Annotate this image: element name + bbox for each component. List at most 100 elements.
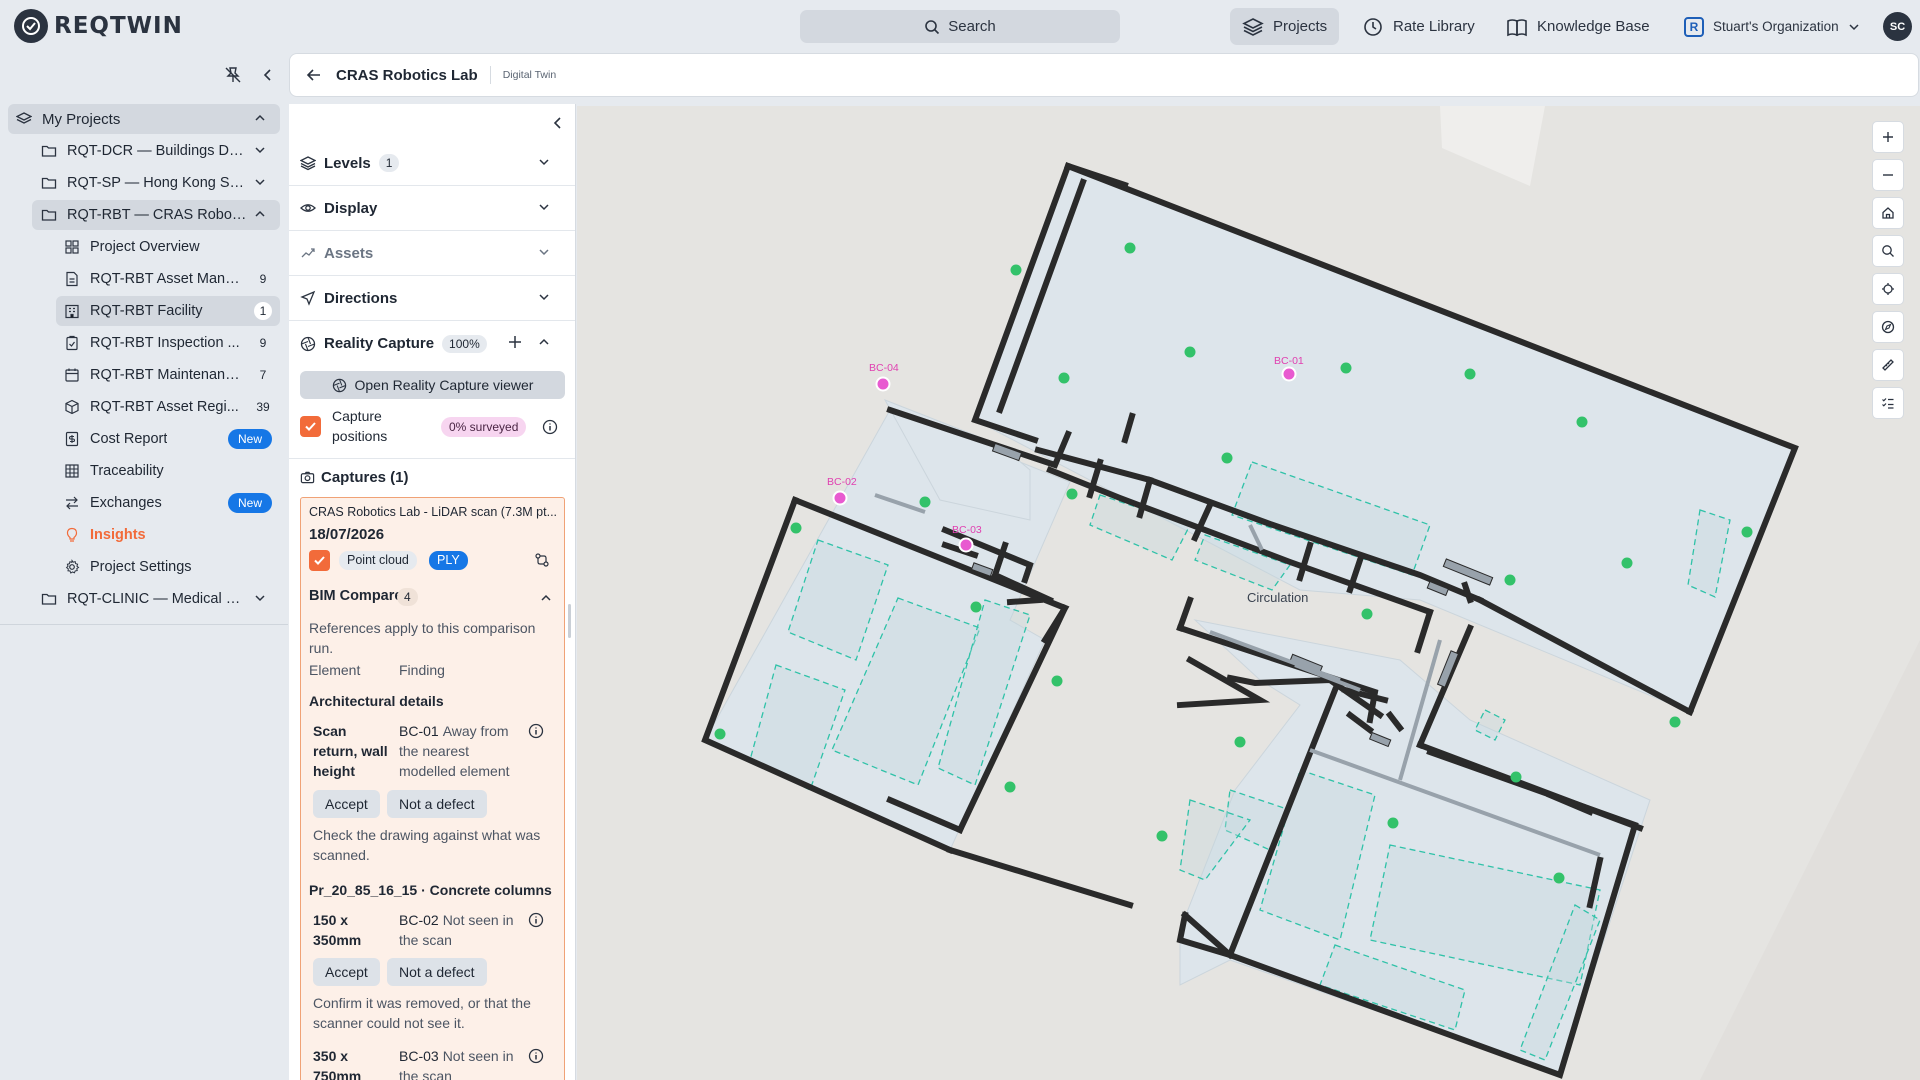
tree-project-rbt[interactable]: RQT-RBT — CRAS Robot... — [32, 200, 280, 230]
cube-icon — [65, 399, 79, 415]
chevron-down-icon — [539, 249, 549, 256]
captures-title: Captures (1) — [321, 469, 409, 486]
pin-label-bc-03[interactable]: BC-03 — [952, 524, 982, 536]
chevron-down-icon — [539, 204, 549, 211]
app-logo[interactable]: REQTWIN — [14, 9, 183, 43]
section-reality-capture[interactable]: Reality Capture 100% — [289, 321, 575, 366]
tree-facility[interactable]: RQT-RBT Facility 1 — [56, 296, 280, 326]
panel-scrollbar[interactable] — [568, 604, 571, 638]
chevron-down-icon — [255, 179, 265, 186]
checklist-button[interactable] — [1872, 387, 1904, 419]
tree-asset-management[interactable]: RQT-RBT Asset Mana... 9 — [56, 264, 280, 294]
info-icon[interactable] — [528, 1048, 544, 1064]
pin-label-bc-01[interactable]: BC-01 — [1274, 355, 1304, 367]
search-bar[interactable]: Search — [800, 10, 1120, 43]
chevron-down-icon — [1849, 23, 1859, 30]
tree-inspection-label: RQT-RBT Inspection ... — [90, 335, 240, 351]
layers-icon — [1242, 17, 1264, 36]
compass-icon — [1881, 320, 1895, 334]
chevron-up-icon[interactable] — [540, 592, 552, 604]
page-header: CRAS Robotics Lab Digital Twin — [289, 53, 1919, 97]
home-view-button[interactable] — [1872, 197, 1904, 229]
calendar-icon — [65, 368, 79, 382]
tree-asset-register[interactable]: RQT-RBT Asset Regi... 39 — [56, 392, 280, 422]
info-icon[interactable] — [528, 723, 544, 739]
tree-project-dcr-label: RQT-DCR — Buildings De... — [67, 143, 247, 159]
surveyed-badge: 0% surveyed — [441, 417, 527, 437]
tree-project-overview[interactable]: Project Overview — [56, 232, 280, 262]
find-button[interactable] — [1872, 235, 1904, 267]
zoom-out-button[interactable] — [1872, 159, 1904, 191]
measure-button[interactable] — [1872, 349, 1904, 381]
open-viewer-label: Open Reality Capture viewer — [354, 377, 534, 393]
tree-project-settings[interactable]: Project Settings — [56, 552, 280, 582]
capture-visible-checkbox[interactable] — [309, 550, 330, 571]
top-bar: REQTWIN Search Projects Rate Library Kno… — [0, 0, 1920, 52]
check-icon — [305, 422, 316, 431]
compare-icon[interactable] — [534, 552, 550, 568]
document-icon — [66, 271, 78, 287]
org-switcher[interactable]: R Stuart's Organization — [1672, 8, 1872, 45]
nav-rate-library-label: Rate Library — [1393, 18, 1475, 35]
zoom-in-button[interactable] — [1872, 121, 1904, 153]
org-icon: R — [1684, 16, 1704, 37]
tree-my-projects[interactable]: My Projects — [8, 104, 280, 134]
finding-1-text: BC-01 Away from the nearest modelled elem… — [399, 721, 529, 781]
finding-3-element: 350 x 750mm — [313, 1048, 362, 1080]
accept-button[interactable]: Accept — [313, 790, 380, 818]
pin-label-bc-04[interactable]: BC-04 — [869, 362, 899, 374]
section-levels[interactable]: Levels 1 — [289, 141, 575, 186]
collapse-sidebar-icon[interactable] — [262, 68, 274, 82]
crosshair-icon — [1882, 283, 1894, 295]
section-directions[interactable]: Directions — [289, 276, 575, 321]
tree-traceability[interactable]: Traceability — [56, 456, 280, 486]
tree-maintenance-label: RQT-RBT Maintenanc... — [90, 367, 240, 383]
count-badge: 39 — [256, 400, 270, 414]
tree-project-dcr[interactable]: RQT-DCR — Buildings De... — [32, 136, 280, 166]
unpin-icon[interactable] — [224, 66, 242, 84]
back-arrow-icon[interactable] — [306, 67, 322, 83]
section-assets[interactable]: Assets — [289, 231, 575, 276]
open-reality-capture-viewer-button[interactable]: Open Reality Capture viewer — [300, 371, 565, 399]
info-icon[interactable] — [542, 419, 558, 435]
levels-count: 1 — [378, 154, 400, 172]
user-avatar[interactable]: SC — [1883, 12, 1912, 41]
tree-maintenance[interactable]: RQT-RBT Maintenanc... 7 — [56, 360, 280, 390]
locate-button[interactable] — [1872, 273, 1904, 305]
nav-rate-library[interactable]: Rate Library — [1350, 8, 1487, 45]
bim-compare-count: 4 — [397, 588, 418, 606]
compass-button[interactable] — [1872, 311, 1904, 343]
accept-button[interactable]: Accept — [313, 958, 380, 986]
info-icon[interactable] — [528, 912, 544, 928]
floor-plan-map[interactable]: BC-01 BC-04 BC-02 BC-03 Circulation — [577, 106, 1920, 1080]
tree-cost-report[interactable]: Cost Report New — [56, 424, 280, 454]
swap-icon — [66, 496, 78, 510]
capture-positions-checkbox[interactable] — [300, 416, 321, 437]
capture-card[interactable]: CRAS Robotics Lab - LiDAR scan (7.3M pt.… — [300, 497, 565, 1080]
tree-exchanges[interactable]: Exchanges New — [56, 488, 280, 518]
add-icon[interactable] — [508, 335, 522, 349]
tree-inspection[interactable]: RQT-RBT Inspection ... 9 — [56, 328, 280, 358]
not-a-defect-button[interactable]: Not a defect — [387, 958, 487, 986]
finding-1-code: BC-01 — [399, 723, 439, 739]
tree-exchanges-label: Exchanges — [90, 495, 162, 511]
capture-type-chip: Point cloud — [339, 551, 417, 570]
chevron-down-icon — [255, 595, 265, 602]
collapse-panel-icon[interactable] — [552, 116, 564, 130]
section-directions-label: Directions — [324, 289, 398, 307]
clipboard-icon — [66, 335, 78, 351]
plus-icon — [1883, 132, 1893, 142]
nav-projects[interactable]: Projects — [1230, 8, 1340, 45]
tree-project-clinic[interactable]: RQT-CLINIC — Medical C... — [32, 584, 280, 614]
tree-project-sp[interactable]: RQT-SP — Hong Kong Sc... — [32, 168, 280, 198]
tree-insights[interactable]: Insights — [56, 520, 280, 550]
finding-group-columns: Pr_20_85_16_15 · Concrete columns — [309, 882, 552, 898]
nav-knowledge-base[interactable]: Knowledge Base — [1494, 8, 1662, 45]
tree-project-sp-label: RQT-SP — Hong Kong Sc... — [67, 175, 247, 191]
finding-2-element: 150 x 350mm — [313, 912, 362, 948]
not-a-defect-button[interactable]: Not a defect — [387, 790, 487, 818]
section-assets-label: Assets — [324, 244, 374, 262]
section-display[interactable]: Display — [289, 186, 575, 231]
pin-label-bc-02[interactable]: BC-02 — [827, 476, 857, 488]
search-icon — [925, 19, 940, 34]
